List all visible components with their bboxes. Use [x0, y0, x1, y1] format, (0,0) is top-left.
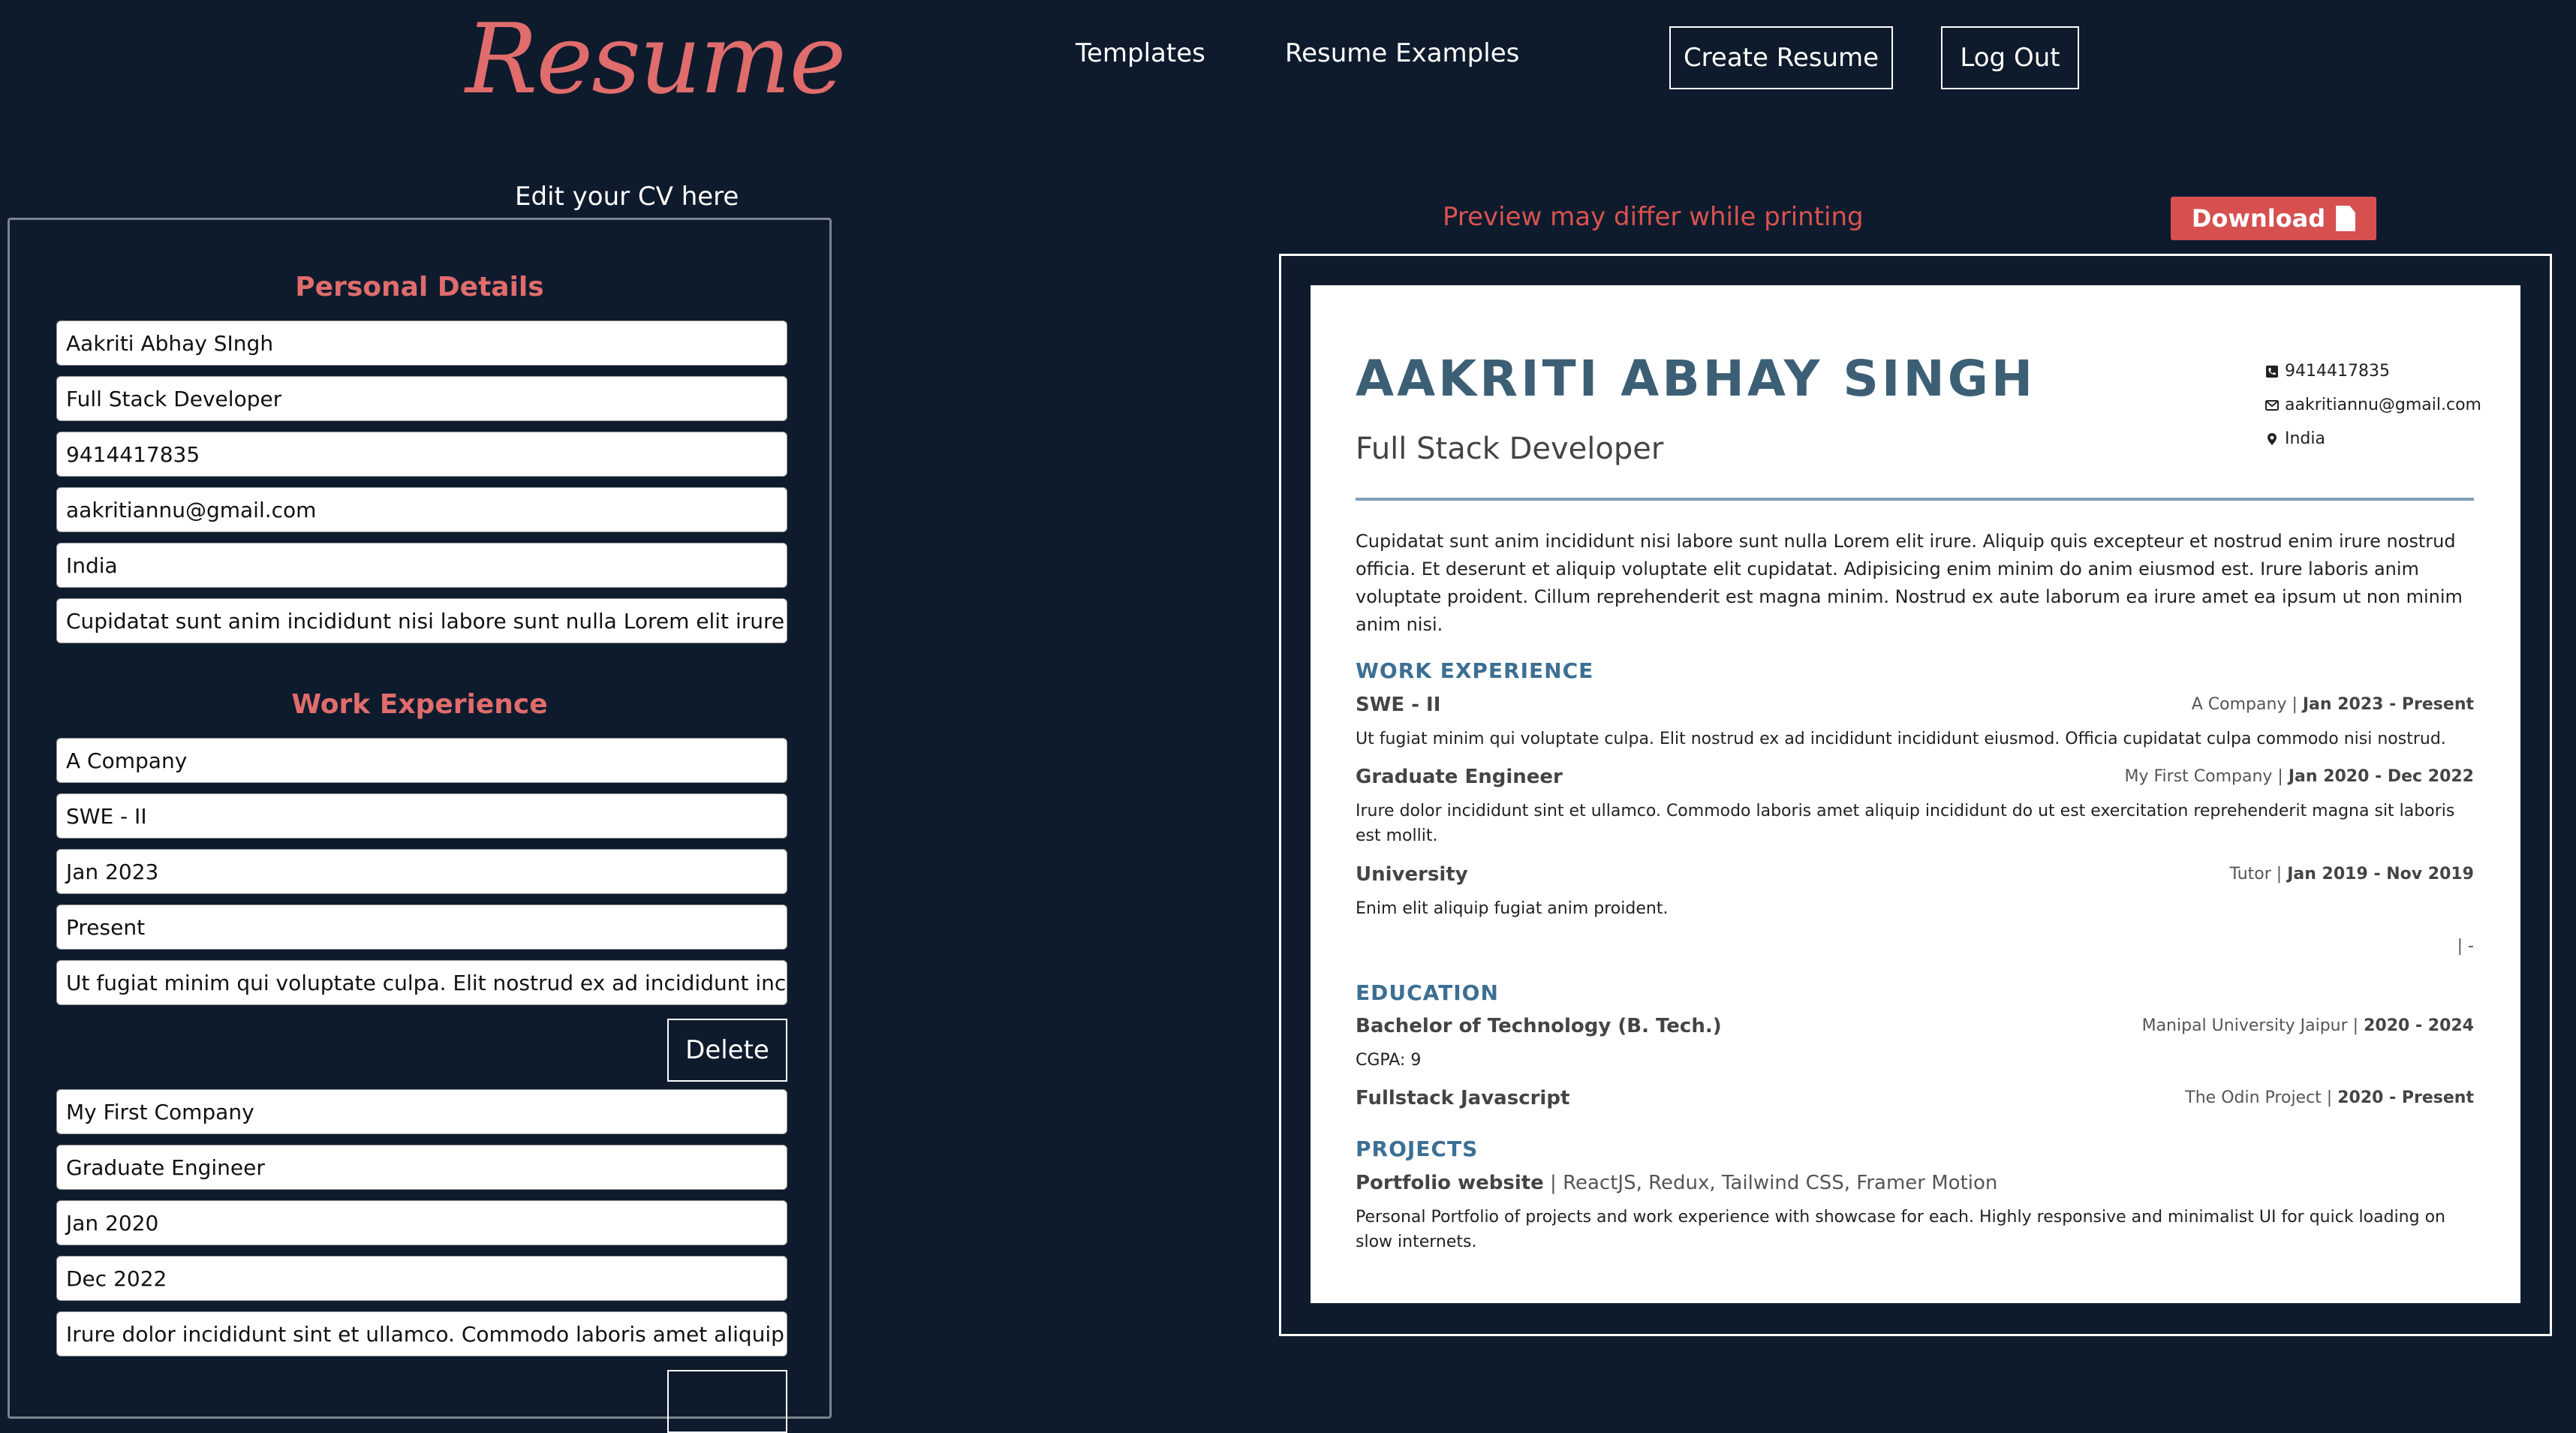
editor-caption: Edit your CV here — [515, 182, 739, 212]
project-name: Portfolio website — [1356, 1172, 1544, 1194]
job-meta: A Company | Jan 2023 - Present — [2191, 695, 2474, 714]
job-title: University — [1356, 863, 1468, 886]
project-stack: | ReactJS, Redux, Tailwind CSS, Framer M… — [1543, 1172, 1998, 1194]
job-description: Irure dolor incididunt sint et ullamco. … — [1356, 802, 2455, 845]
work-heading: WORK EXPERIENCE — [1356, 658, 1594, 683]
mail-icon — [2265, 400, 2279, 411]
contact-email: aakritiannu@gmail.com — [2265, 397, 2481, 414]
contact-email-text: aakritiannu@gmail.com — [2285, 396, 2481, 414]
summary-field[interactable]: Cupidatat sunt anim incididunt nisi labo… — [56, 598, 787, 643]
degree-meta: The Odin Project | 2020 - Present — [2185, 1088, 2474, 1107]
job-description: Enim elit aliquip fugiat anim proident. — [1356, 899, 1669, 918]
degree-description: CGPA: 9 — [1356, 1051, 1422, 1070]
preview-note: Preview may differ while printing — [1443, 202, 1864, 232]
job-title-field[interactable]: Full Stack Developer — [56, 376, 787, 421]
job-meta: My First Company | Jan 2020 - Dec 2022 — [2124, 767, 2474, 786]
contact-location-text: India — [2285, 429, 2325, 448]
job2-end-field[interactable]: Dec 2022 — [56, 1256, 787, 1301]
empty-job-meta: | - — [2457, 937, 2474, 956]
logo[interactable]: Resume — [465, 12, 846, 108]
contact-location: India — [2265, 431, 2325, 447]
job2-position-field[interactable]: Graduate Engineer — [56, 1145, 787, 1190]
email-field[interactable]: aakritiannu@gmail.com — [56, 487, 787, 532]
job2-company-field[interactable]: My First Company — [56, 1089, 787, 1134]
contact-phone-text: 9414417835 — [2285, 362, 2390, 381]
project-row: Portfolio website | ReactJS, Redux, Tail… — [1356, 1173, 1997, 1193]
log-out-button[interactable]: Log Out — [1941, 26, 2079, 89]
resume-role: Full Stack Developer — [1356, 432, 1664, 466]
personal-details-title: Personal Details — [295, 272, 544, 303]
download-label: Download — [2191, 204, 2326, 233]
job1-end-field[interactable]: Present — [56, 905, 787, 950]
job-title: SWE - II — [1356, 694, 1441, 716]
download-button[interactable]: Download — [2171, 197, 2376, 240]
job-meta: Tutor | Jan 2019 - Nov 2019 — [2229, 865, 2474, 884]
nav-resume-examples-link[interactable]: Resume Examples — [1285, 41, 1519, 66]
resume-divider — [1356, 498, 2474, 501]
job1-delete-button[interactable]: Delete — [667, 1019, 787, 1082]
create-resume-button[interactable]: Create Resume — [1669, 26, 1893, 89]
job-description: Ut fugiat minim qui voluptate culpa. Eli… — [1356, 730, 2446, 748]
job1-description-field[interactable]: Ut fugiat minim qui voluptate culpa. Eli… — [56, 960, 787, 1005]
projects-heading: PROJECTS — [1356, 1136, 1479, 1161]
degree-meta: Manipal University Jaipur | 2020 - 2024 — [2141, 1016, 2474, 1035]
degree-title: Bachelor of Technology (B. Tech.) — [1356, 1015, 1722, 1037]
resume-paper: AAKRITI ABHAY SINGH Full Stack Developer… — [1311, 285, 2520, 1303]
project-description: Personal Portfolio of projects and work … — [1356, 1208, 2445, 1251]
resume-summary: Cupidatat sunt anim incididunt nisi labo… — [1356, 531, 2463, 635]
job2-delete-button[interactable] — [667, 1370, 787, 1433]
job2-description-field[interactable]: Irure dolor incididunt sint et ullamco. … — [56, 1311, 787, 1356]
editor-panel: Personal Details Aakriti Abhay SIngh Ful… — [8, 218, 832, 1433]
job-title: Graduate Engineer — [1356, 766, 1563, 788]
name-field[interactable]: Aakriti Abhay SIngh — [56, 321, 787, 366]
phone-icon — [2266, 366, 2278, 378]
job1-company-field[interactable]: A Company — [56, 738, 787, 783]
pdf-icon — [2336, 206, 2356, 231]
job2-start-field[interactable]: Jan 2020 — [56, 1200, 787, 1245]
work-experience-title: Work Experience — [291, 689, 548, 720]
job1-position-field[interactable]: SWE - II — [56, 793, 787, 838]
location-field[interactable]: India — [56, 543, 787, 588]
job1-start-field[interactable]: Jan 2023 — [56, 849, 787, 894]
education-heading: EDUCATION — [1356, 980, 1499, 1005]
location-pin-icon — [2268, 433, 2277, 445]
degree-title: Fullstack Javascript — [1356, 1087, 1570, 1109]
resume-name: AAKRITI ABHAY SINGH — [1356, 350, 2036, 408]
contact-phone: 9414417835 — [2265, 363, 2390, 380]
phone-field[interactable]: 9414417835 — [56, 432, 787, 477]
nav-templates-link[interactable]: Templates — [1076, 41, 1205, 66]
